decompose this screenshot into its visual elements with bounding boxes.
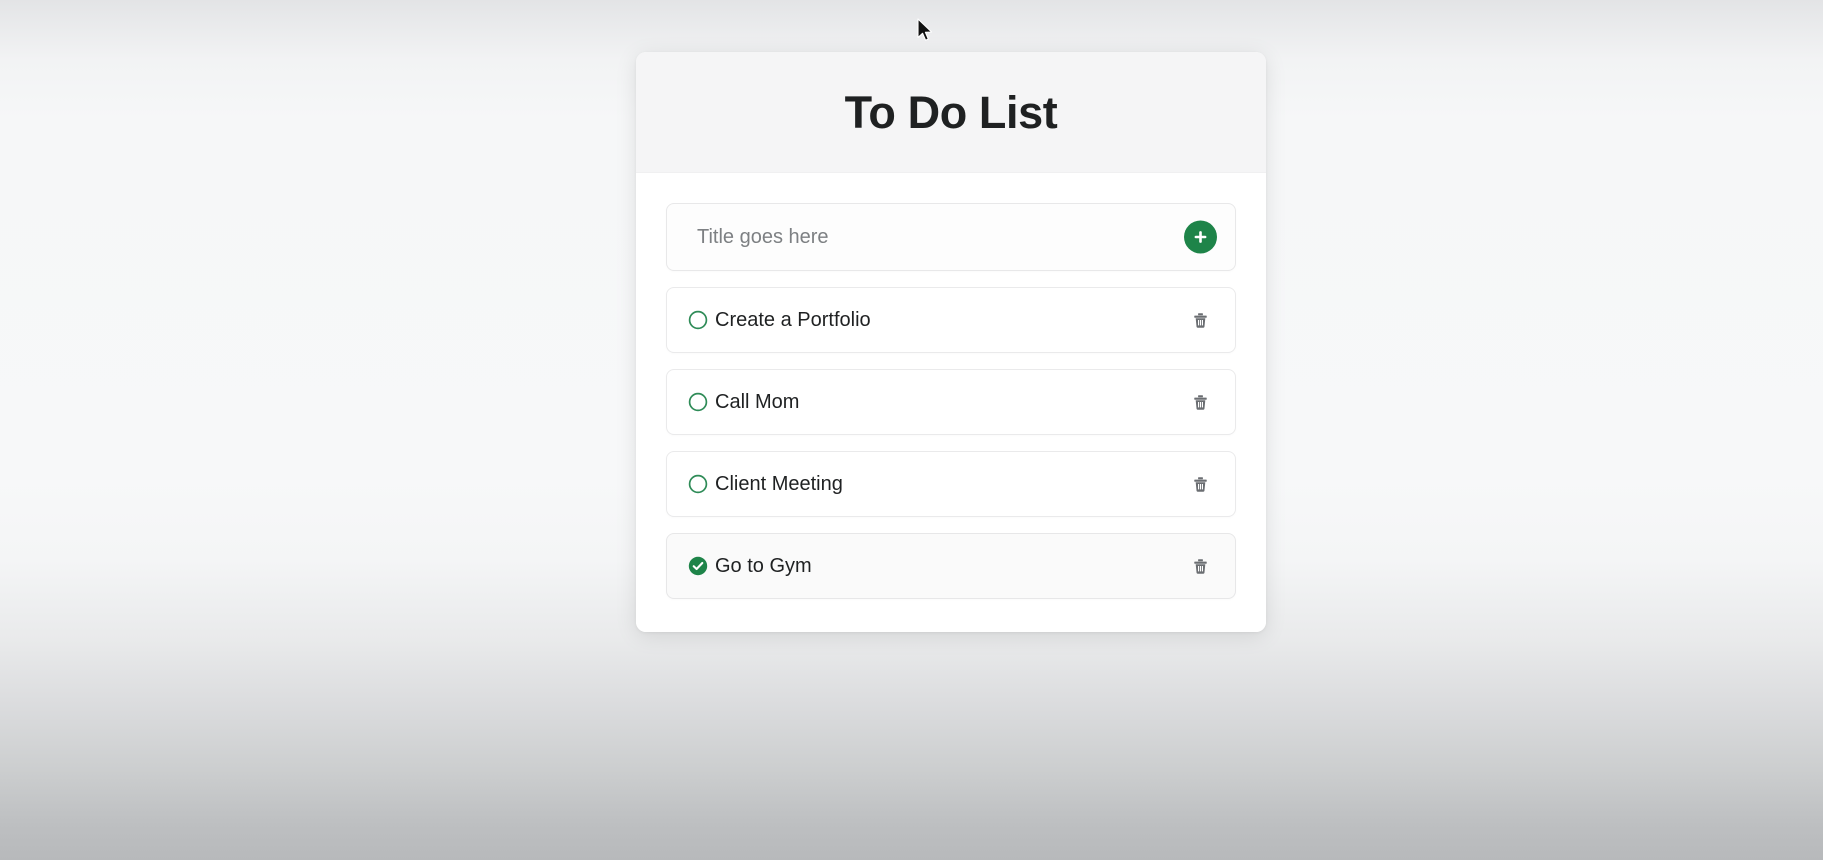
trash-icon xyxy=(1190,392,1211,413)
task-toggle-button[interactable] xyxy=(688,474,708,494)
delete-task-button[interactable] xyxy=(1188,308,1212,332)
task-row: Create a Portfolio xyxy=(666,287,1236,353)
page-title: To Do List xyxy=(844,86,1058,138)
add-task-button[interactable] xyxy=(1184,220,1217,254)
task-label: Client Meeting xyxy=(715,472,843,495)
circle-outline-icon xyxy=(688,310,708,330)
task-row: Go to Gym xyxy=(666,533,1236,599)
trash-icon xyxy=(1190,556,1211,577)
delete-task-button[interactable] xyxy=(1188,390,1212,414)
card-body: Create a Portfolio xyxy=(636,173,1266,632)
task-toggle-button[interactable] xyxy=(688,310,708,330)
task-label: Call Mom xyxy=(715,390,800,413)
add-task-row xyxy=(666,203,1236,271)
task-label: Go to Gym xyxy=(715,554,812,577)
card-header: To Do List xyxy=(636,52,1266,173)
circle-outline-icon xyxy=(688,474,708,494)
task-toggle-button[interactable] xyxy=(688,392,708,412)
circle-outline-icon xyxy=(688,392,708,412)
task-label: Create a Portfolio xyxy=(715,308,871,331)
mouse-pointer-icon xyxy=(916,18,936,44)
task-row: Call Mom xyxy=(666,369,1236,435)
trash-icon xyxy=(1190,474,1211,495)
new-task-input[interactable] xyxy=(667,204,1235,270)
circle-check-icon xyxy=(688,556,708,576)
task-row: Client Meeting xyxy=(666,451,1236,517)
trash-icon xyxy=(1190,310,1211,331)
delete-task-button[interactable] xyxy=(1188,472,1212,496)
delete-task-button[interactable] xyxy=(1188,554,1212,578)
plus-icon xyxy=(1193,230,1208,245)
task-toggle-button[interactable] xyxy=(688,556,708,576)
task-list: Create a Portfolio Call Mom Client Meeti… xyxy=(666,287,1236,599)
todo-card: To Do List Title goes here Create a Port… xyxy=(636,52,1266,632)
